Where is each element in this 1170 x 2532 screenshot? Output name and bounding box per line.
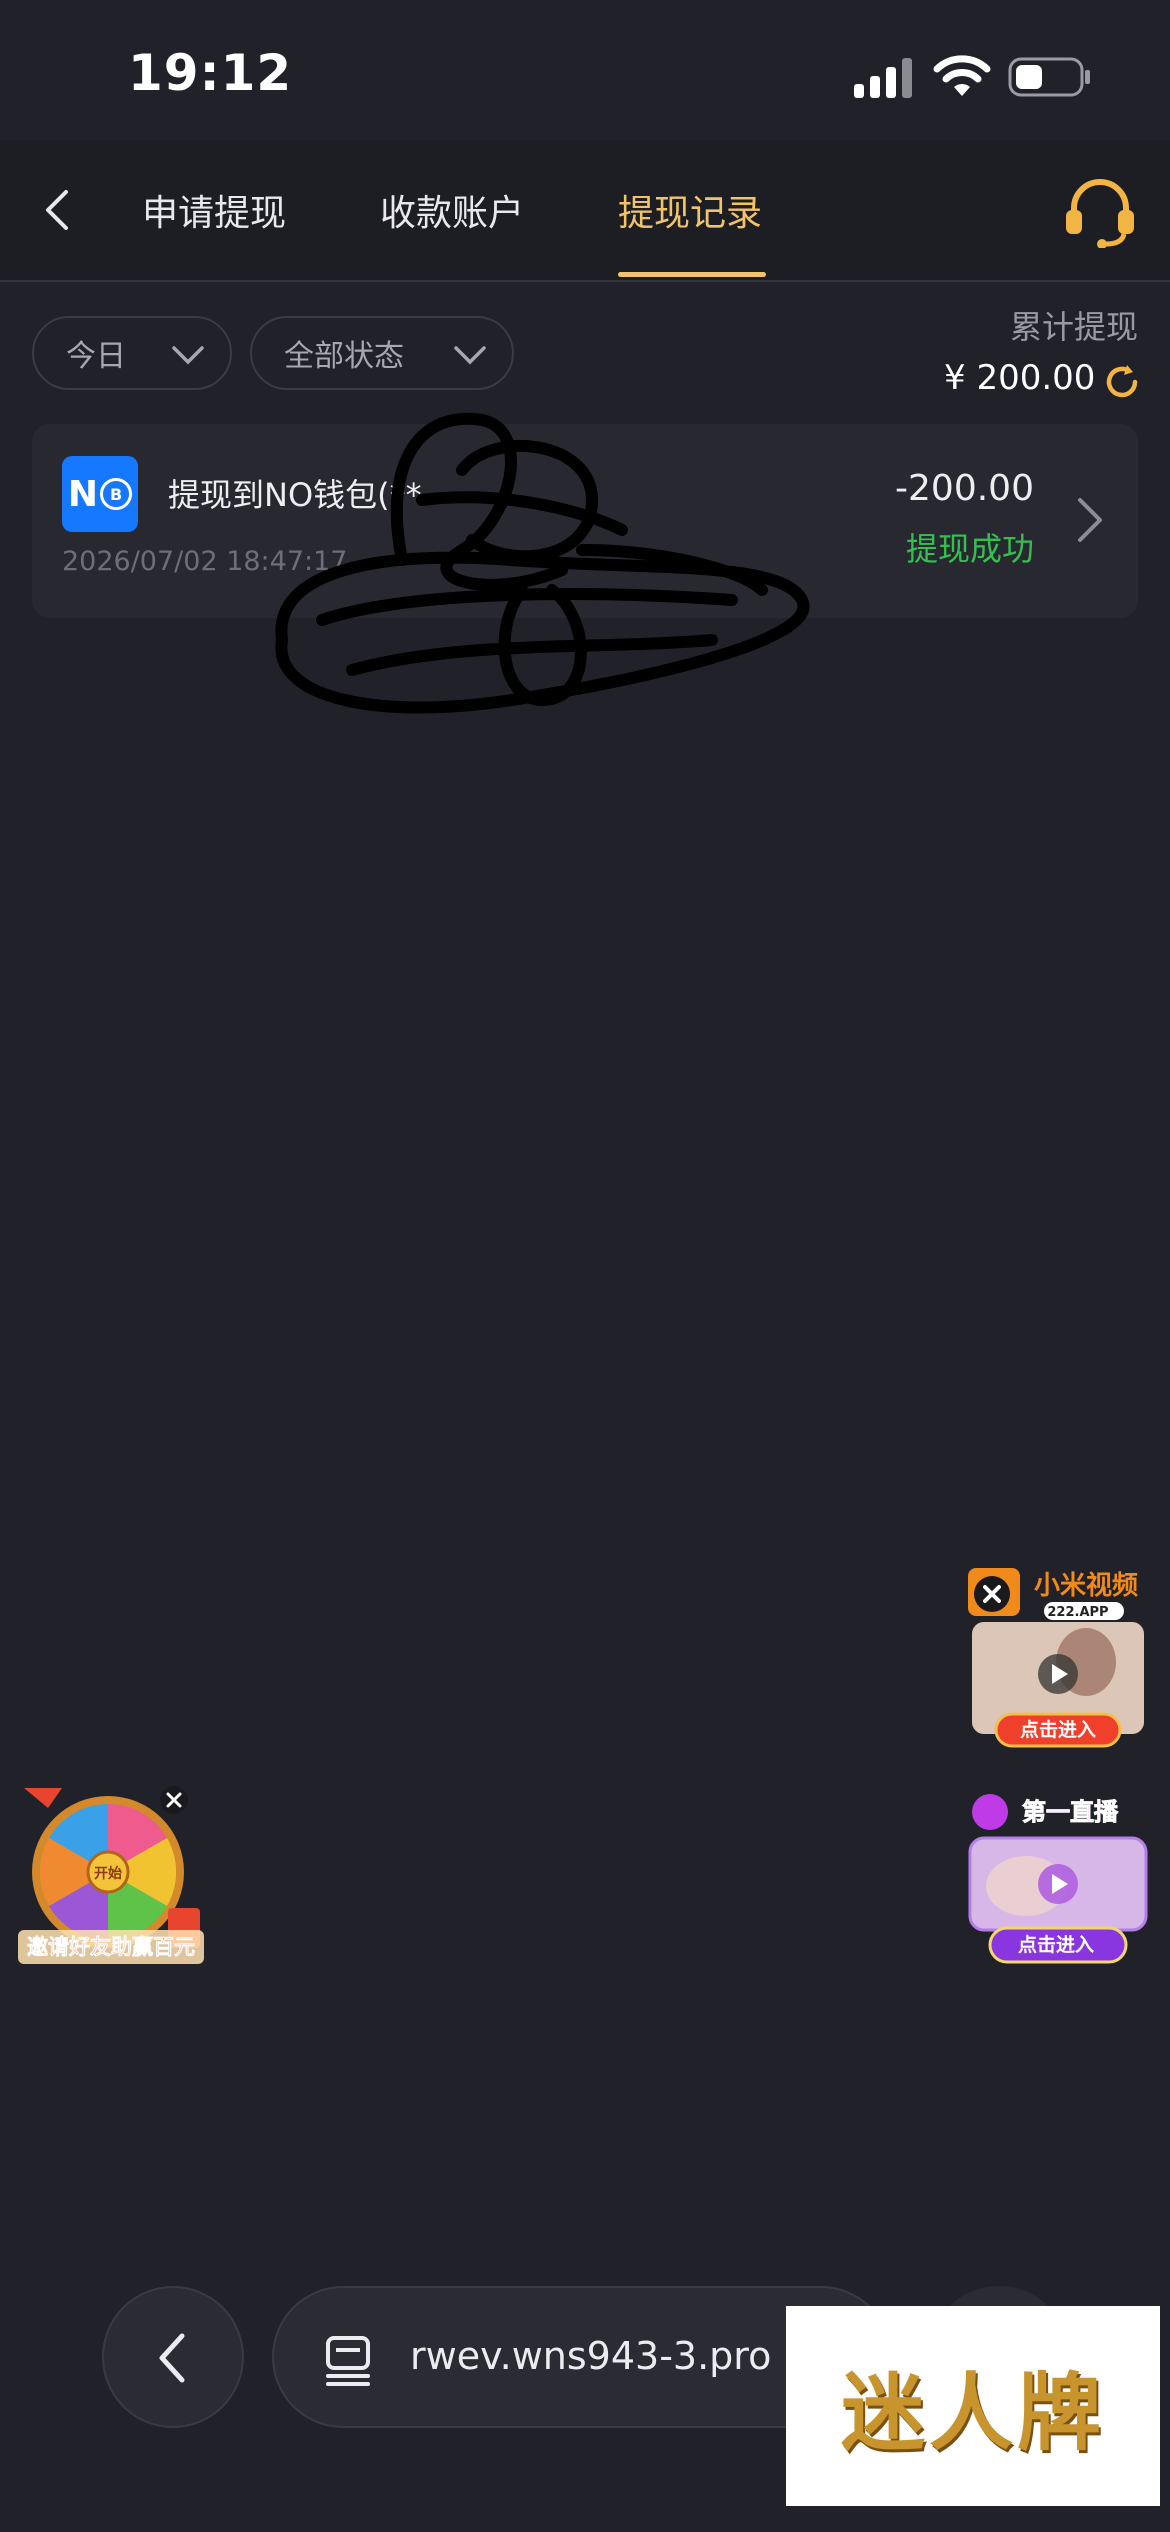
status-bar: 19:12 [0,0,1170,140]
tabs-icon[interactable] [322,2332,378,2388]
signal-icon [854,58,912,98]
status-filter-label: 全部状态 [284,339,404,374]
live-title: 第一直播 [1022,1798,1119,1826]
xiaomi-video-ad[interactable]: 小米视频 222.APP 点击进入 [966,1566,1150,1748]
back-icon[interactable] [30,180,90,240]
active-tab-indicator [618,272,766,277]
chevron-down-icon [172,346,204,365]
xiaomi-title: 小米视频 [1034,1571,1138,1601]
tab-withdraw-records[interactable]: 提现记录 [618,184,762,236]
lucky-wheel-ad[interactable]: 开始 邀请好友助赢百元 [18,1786,204,1966]
wheel-center-text: 开始 [94,1865,122,1882]
no-wallet-logo: NB [62,456,138,532]
xiaomi-sub: 222.APP [1047,1605,1108,1620]
record-status: 提现成功 [905,530,1034,568]
xiaomi-enter-label: 点击进入 [1020,1719,1096,1741]
tab-apply-withdraw[interactable]: 申请提现 [142,184,286,236]
status-time: 19:12 [128,44,293,102]
customer-service-icon[interactable] [1062,176,1138,248]
date-filter-label: 今日 [66,339,126,374]
live-enter-label: 点击进入 [1018,1934,1094,1956]
refresh-icon[interactable] [1102,362,1142,402]
tab-payment-account[interactable]: 收款账户 [380,184,524,236]
wheel-caption: 邀请好友助赢百元 [27,1935,195,1959]
redaction-scribble [275,412,810,714]
url-text: rwev.wns943-3.pro [410,2334,772,2378]
chevron-right-icon [1078,498,1102,542]
watermark-logo: 迷人牌 [786,2306,1160,2506]
top-nav: 申请提现 收款账户 提现记录 [0,140,1170,282]
record-amount: -200.00 [895,468,1034,509]
live-stream-ad[interactable]: 第一直播 点击进入 [966,1790,1150,1966]
wifi-icon [933,55,991,96]
battery-icon [1008,57,1090,97]
chevron-left-icon [159,2333,185,2383]
total-withdrawn-amount: ¥ 200.00 [944,358,1096,398]
status-filter-dropdown[interactable]: 全部状态 [250,316,514,390]
chevron-down-icon [454,346,486,365]
date-filter-dropdown[interactable]: 今日 [32,316,232,390]
total-withdrawn-label: 累计提现 [1009,308,1138,346]
browser-back-button[interactable] [102,2286,244,2428]
